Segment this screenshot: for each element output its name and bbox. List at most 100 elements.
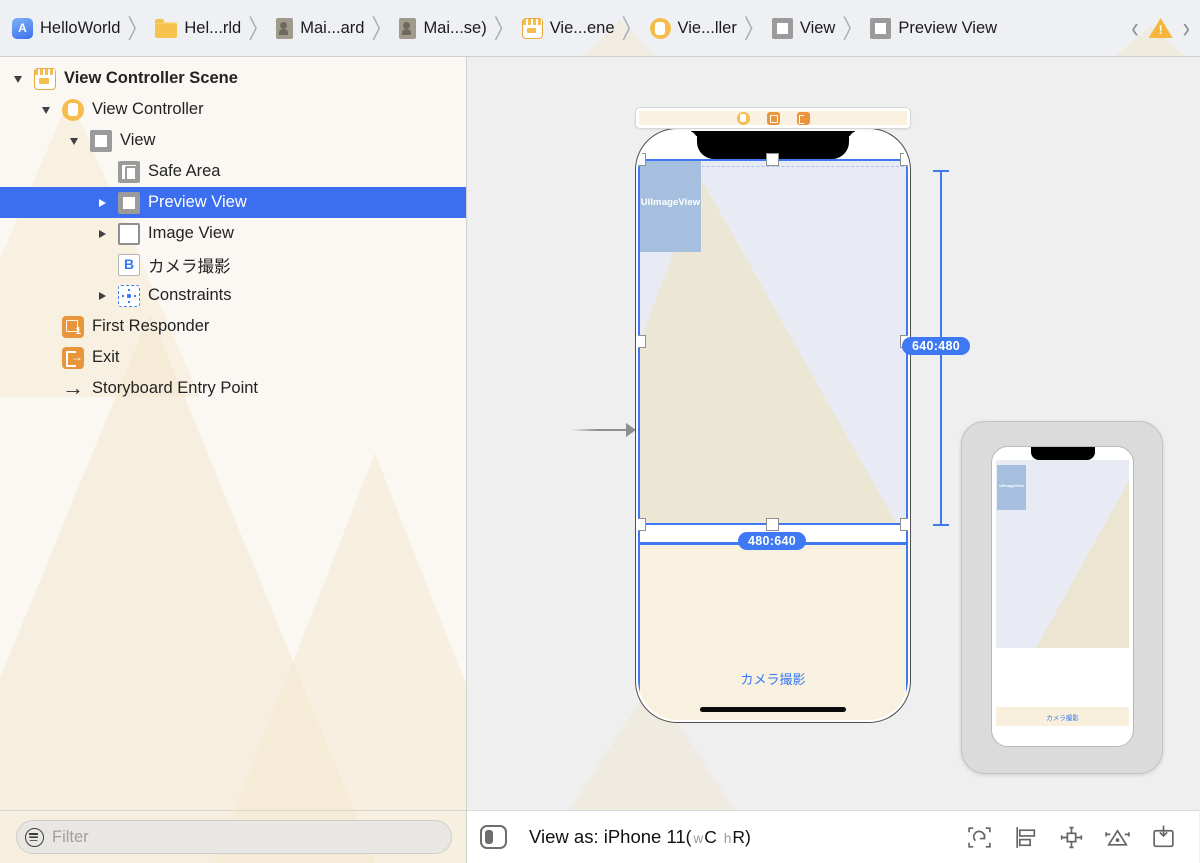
image-view-icon <box>118 222 140 245</box>
selection-handle[interactable] <box>766 518 779 531</box>
outline-tree: View Controller Scene View Controller View… <box>0 63 466 404</box>
outline-label: View Controller Scene <box>64 69 238 87</box>
breadcrumb-item-helloworld[interactable]: A HelloWorld <box>12 17 120 39</box>
home-indicator <box>700 707 846 712</box>
outline-row-preview-view[interactable]: Preview View <box>0 187 466 218</box>
canvas-bottom-bar: View as: iPhone 11 ( w C h R ) <box>467 810 1199 863</box>
trait-h: h <box>723 831 732 846</box>
selection-handle[interactable] <box>638 153 646 166</box>
outline-row-constraints[interactable]: Constraints <box>0 280 466 311</box>
filter-bar <box>0 810 466 863</box>
add-new-constraints-icon[interactable] <box>1058 824 1085 851</box>
previous-issue-button[interactable]: ‹ <box>1131 12 1138 43</box>
breadcrumb-label: View <box>799 18 836 37</box>
outline-row-view[interactable]: View <box>0 125 466 156</box>
storyboard-entry-arrow[interactable] <box>571 423 636 437</box>
storyboard-canvas[interactable]: UIImageView カメラ撮影 640:480 480:640 UIImag… <box>467 57 1199 863</box>
breadcrumb-label: Preview View <box>898 18 998 37</box>
image-view-rect: UIImageView <box>997 465 1026 510</box>
breadcrumb-label: Mai...ard <box>300 18 365 37</box>
selection-handle[interactable] <box>766 153 779 166</box>
resolve-auto-layout-issues-icon[interactable] <box>1104 824 1131 851</box>
exit-icon <box>62 346 84 369</box>
filter-icon <box>25 827 44 847</box>
outline-row-exit[interactable]: Exit <box>0 342 466 373</box>
selection-handle[interactable] <box>900 153 908 166</box>
first-responder-icon[interactable] <box>766 111 780 125</box>
warning-icon[interactable]: ! <box>1148 18 1173 38</box>
selection-handle[interactable] <box>638 518 646 531</box>
image-view-rect[interactable]: UIImageView <box>640 161 701 252</box>
breadcrumb-item-vie-ene[interactable]: Vie...ene <box>521 17 615 39</box>
iphone-device-frame[interactable]: UIImageView カメラ撮影 <box>635 128 911 723</box>
storyboard-icon <box>521 17 543 39</box>
outline-label: Storyboard Entry Point <box>92 379 258 397</box>
iphone-screen[interactable]: UIImageView カメラ撮影 <box>638 131 908 720</box>
view-controller-icon[interactable] <box>736 111 750 125</box>
chevron-right-icon <box>98 229 106 238</box>
align-icon[interactable] <box>1012 824 1039 851</box>
outline-row-view-controller-scene[interactable]: View Controller Scene <box>0 63 466 94</box>
filter-field[interactable] <box>16 820 452 854</box>
breadcrumb-label: Mai...se) <box>423 18 487 37</box>
disclosure-triangle-icon[interactable] <box>38 105 54 114</box>
disclosure-triangle-icon[interactable] <box>10 74 26 83</box>
outline-label: Preview View <box>148 193 247 211</box>
outline-row--[interactable]: B カメラ撮影 <box>0 249 466 280</box>
breadcrumb-item-mai-se-[interactable]: Mai...se) <box>399 17 487 39</box>
live-preview-button-area: カメラ撮影 <box>996 707 1129 726</box>
view-icon <box>90 129 112 152</box>
trait-h-value: R <box>732 827 746 847</box>
outline-row-first-responder[interactable]: 1 First Responder <box>0 311 466 342</box>
layout-toolbar <box>966 824 1199 851</box>
outline-row-storyboard-entry-point[interactable]: → Storyboard Entry Point <box>0 373 466 404</box>
outline-row-image-view[interactable]: Image View <box>0 218 466 249</box>
chevron-down-icon <box>70 138 78 145</box>
aspect-ratio-label: 480:640 <box>738 532 806 550</box>
view-as-button[interactable]: View as: iPhone 11 ( w C h R ) <box>529 826 751 848</box>
disclosure-triangle-icon[interactable] <box>94 198 110 207</box>
breadcrumb-item-vie-ller[interactable]: Vie...ller <box>649 17 737 39</box>
button-icon: B <box>118 253 140 276</box>
next-issue-button[interactable]: › <box>1183 12 1190 43</box>
constraints-icon <box>118 284 140 307</box>
folder-icon <box>155 18 178 38</box>
root-view-area[interactable]: カメラ撮影 <box>638 545 908 720</box>
live-preview-phone: UIImageView カメラ撮影 <box>991 446 1134 747</box>
breadcrumb-label: Vie...ene <box>549 18 615 37</box>
outline-label: Exit <box>92 348 120 366</box>
wallpaper-triangle <box>210 453 466 863</box>
outline-label: View Controller <box>92 100 204 118</box>
update-frames-icon[interactable] <box>966 824 993 851</box>
preview-view[interactable]: UIImageView <box>638 153 908 531</box>
camera-button[interactable]: カメラ撮影 <box>638 669 908 688</box>
breadcrumb-separator: 〉 <box>248 15 270 45</box>
scene-dock <box>635 107 911 129</box>
breadcrumb-separator: 〉 <box>127 15 149 45</box>
breadcrumb-separator: 〉 <box>493 15 515 45</box>
trait-w-value: C <box>704 827 717 847</box>
embed-in-icon[interactable] <box>1150 824 1177 851</box>
selection-handle[interactable] <box>638 335 646 348</box>
entry-point-icon: → <box>62 374 84 400</box>
camera-button-label: カメラ撮影 <box>1046 715 1079 722</box>
exit-icon[interactable] <box>796 111 810 125</box>
disclosure-triangle-icon[interactable] <box>94 291 110 300</box>
device-bezels-toggle[interactable] <box>480 825 507 849</box>
view-controller-icon <box>62 98 84 121</box>
disclosure-triangle-icon[interactable] <box>94 229 110 238</box>
outline-label: View <box>120 131 156 149</box>
breadcrumb-item-view[interactable]: View <box>771 17 836 39</box>
outline-row-safe-area[interactable]: Safe Area <box>0 156 466 187</box>
disclosure-triangle-icon[interactable] <box>66 136 82 145</box>
traits-close: ) <box>745 827 751 847</box>
xcode-window: A HelloWorld 〉 Hel...rld 〉 Mai...ard 〉 Mai...se… <box>0 0 1200 863</box>
breadcrumb-separator: 〉 <box>842 15 864 45</box>
selection-handle[interactable] <box>900 518 908 531</box>
breadcrumb-item-hel-rld[interactable]: Hel...rld <box>155 18 241 38</box>
filter-input[interactable] <box>52 827 432 847</box>
breadcrumb-item-mai-ard[interactable]: Mai...ard <box>276 17 365 39</box>
outline-label: カメラ撮影 <box>148 257 231 276</box>
breadcrumb-item-preview-view[interactable]: Preview View <box>870 17 998 39</box>
outline-row-view-controller[interactable]: View Controller <box>0 94 466 125</box>
